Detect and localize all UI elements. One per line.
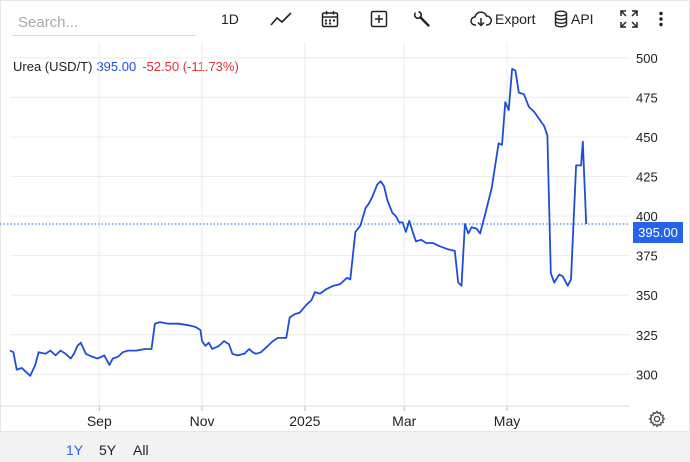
y-tick-label: 500 (636, 51, 658, 66)
range-bar: 1Y 5Y All (0, 431, 690, 462)
y-tick-label: 425 (636, 170, 658, 185)
y-axis: 300325350375400425450475500 (636, 51, 658, 383)
fullscreen-icon (620, 10, 638, 28)
y-tick-label: 450 (636, 130, 658, 145)
range-5y-button[interactable]: 5Y (99, 442, 116, 458)
x-tick-label: Mar (392, 413, 416, 429)
export-button[interactable]: Export (470, 8, 535, 30)
x-tick-label: Sep (87, 413, 112, 429)
more-options-button[interactable] (657, 8, 665, 30)
wrench-icon (413, 10, 430, 27)
chart-type-button[interactable] (270, 8, 292, 30)
settings-tools-button[interactable] (413, 8, 431, 30)
x-tick-label: 2025 (289, 413, 320, 429)
date-range-button[interactable] (321, 8, 339, 30)
y-tick-label: 300 (636, 367, 658, 382)
fullscreen-button[interactable] (620, 8, 638, 30)
y-tick-label: 375 (636, 249, 658, 264)
range-all-button[interactable]: All (133, 442, 149, 458)
price-chart[interactable]: Sep Nov 2025 Mar May 30032535037540042545047… (0, 40, 690, 431)
toolbar: 1D Exp (0, 0, 690, 40)
interval-label: 1D (221, 11, 239, 27)
price-series-line (9, 68, 588, 377)
search-input[interactable] (12, 6, 196, 36)
add-indicator-button[interactable] (370, 8, 388, 30)
x-axis: Sep Nov 2025 Mar May (0, 405, 630, 429)
cloud-download-icon (470, 11, 492, 27)
x-tick-label: Nov (190, 413, 215, 429)
more-vertical-icon (659, 11, 663, 27)
gear-icon (648, 410, 666, 428)
y-tick-label: 325 (636, 328, 658, 343)
last-price-tag: 395.00 (633, 222, 683, 243)
x-tick-label: May (494, 413, 520, 429)
database-icon (554, 10, 568, 28)
api-label: API (571, 11, 594, 27)
interval-button[interactable]: 1D (221, 8, 239, 30)
y-tick-label: 475 (636, 90, 658, 105)
api-button[interactable]: API (554, 8, 594, 30)
chart-settings-button[interactable] (648, 410, 666, 433)
line-chart-icon (270, 12, 292, 26)
range-1y-button[interactable]: 1Y (66, 442, 83, 458)
calendar-icon (321, 11, 339, 28)
plus-square-icon (370, 10, 388, 28)
export-label: Export (495, 11, 536, 27)
y-tick-label: 350 (636, 288, 658, 303)
